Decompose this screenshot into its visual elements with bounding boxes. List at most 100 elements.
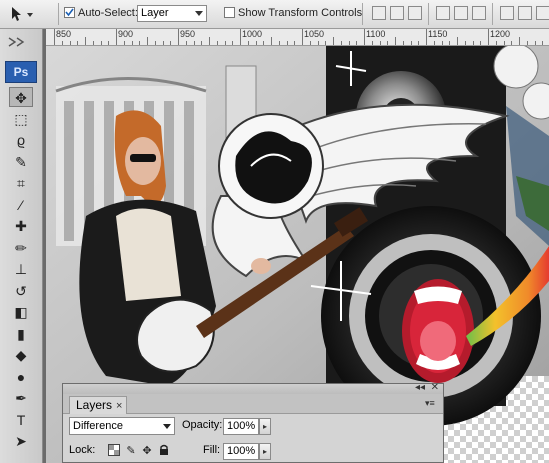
marquee-tool-icon: ⬚: [14, 110, 28, 127]
tab-close-icon[interactable]: ×: [116, 400, 122, 412]
ruler-major-tick: [178, 29, 179, 45]
move-tool-icon: ✥: [9, 87, 33, 107]
move-tool-button[interactable]: ✥: [9, 87, 33, 107]
opacity-field[interactable]: 100%: [223, 418, 259, 435]
dodge-tool-button[interactable]: ●: [9, 367, 33, 387]
opacity-label: Opacity:: [182, 419, 223, 431]
crop-tool-icon: ⌗: [17, 175, 25, 191]
ruler-major-tick: [364, 29, 365, 45]
ruler-minor-tick: [333, 37, 334, 45]
align-bottom-icon[interactable]: [408, 6, 422, 20]
ruler-minor-tick: [348, 41, 350, 45]
collapse-icon[interactable]: ◂◂: [415, 382, 425, 393]
ruler-label: 1150: [428, 29, 448, 39]
eraser-tool-button[interactable]: ◧: [9, 302, 33, 322]
auto-select-dropdown[interactable]: Layer: [137, 5, 207, 22]
lasso-tool-button[interactable]: ϱ: [9, 130, 33, 150]
opacity-slider-button[interactable]: ▸: [259, 418, 271, 435]
pen-tool-button[interactable]: ✒: [9, 388, 33, 408]
gradient-tool-button[interactable]: ▮: [9, 324, 33, 344]
panel-titlebar[interactable]: ◂◂ ✕: [63, 382, 443, 394]
quick-select-tool-button[interactable]: ✎: [9, 152, 33, 172]
align-vcenter-icon[interactable]: [390, 6, 404, 20]
distribute-top-icon[interactable]: [500, 6, 514, 20]
path-select-tool-button[interactable]: ➤: [9, 431, 33, 451]
tab-layers[interactable]: Layers ×: [69, 396, 128, 414]
align-left-icon[interactable]: [436, 6, 450, 20]
app-badge[interactable]: Ps: [5, 61, 37, 83]
ruler-minor-tick: [100, 41, 102, 45]
ruler-minor-tick: [77, 41, 79, 45]
fill-slider-button[interactable]: ▸: [259, 443, 271, 460]
show-transform-checkbox[interactable]: [224, 7, 235, 18]
ruler-minor-tick: [519, 37, 520, 45]
ruler-minor-tick: [263, 41, 265, 45]
close-icon[interactable]: ✕: [431, 382, 439, 393]
ruler-minor-tick: [387, 41, 389, 45]
ruler-minor-tick: [457, 37, 458, 45]
healing-brush-tool-button[interactable]: ✚: [9, 216, 33, 236]
ruler-minor-tick: [224, 41, 226, 45]
ruler-label: 850: [56, 29, 72, 39]
ruler-minor-tick: [170, 41, 172, 45]
lock-pixels-icon[interactable]: ✎: [124, 444, 138, 458]
blur-tool-icon: ◆: [15, 347, 27, 363]
ruler-minor-tick: [418, 41, 420, 45]
healing-brush-tool-icon: ✚: [15, 218, 27, 234]
ruler-minor-tick: [154, 41, 156, 45]
ruler-minor-tick: [395, 37, 396, 45]
ruler-label: 1050: [304, 29, 325, 39]
align-hcenter-icon[interactable]: [454, 6, 468, 20]
ruler-minor-tick: [542, 41, 544, 45]
align-right-icon[interactable]: [472, 6, 486, 20]
eyedropper-tool-button[interactable]: ⁄: [9, 195, 33, 215]
blend-mode-dropdown[interactable]: Difference: [69, 417, 175, 435]
ruler-minor-tick: [123, 41, 125, 45]
checkmark-icon: [65, 8, 74, 17]
ruler-minor-tick: [216, 41, 218, 45]
ruler-minor-tick: [209, 37, 210, 45]
blur-tool-button[interactable]: ◆: [9, 345, 33, 365]
show-transform-label: Show Transform Controls: [238, 7, 363, 19]
ruler-minor-tick: [286, 41, 288, 45]
type-tool-button[interactable]: T: [9, 410, 33, 430]
horizontal-ruler[interactable]: 850 900 950 1000 1050 1100 1150 1200: [46, 29, 549, 46]
lock-position-icon[interactable]: ✥: [140, 444, 154, 458]
ruler-minor-tick: [162, 41, 164, 45]
ruler-minor-tick: [340, 41, 342, 45]
ruler-label: 1000: [242, 29, 263, 39]
path-select-tool-icon: ➤: [15, 433, 27, 449]
auto-select-checkbox[interactable]: [64, 7, 75, 18]
distribute-bottom-icon[interactable]: [536, 6, 549, 20]
panel-grip-icon[interactable]: [3, 32, 39, 52]
ruler-label: 1100: [366, 29, 386, 39]
marquee-tool-button[interactable]: ⬚: [9, 109, 33, 129]
ruler-major-tick: [426, 29, 427, 45]
ruler-minor-tick: [495, 41, 497, 45]
brush-tool-icon: ✏: [15, 239, 27, 256]
layers-panel: ◂◂ ✕ Layers × ▾≡ Difference Opacity: 100%…: [62, 382, 444, 463]
brush-tool-button[interactable]: ✏: [9, 238, 33, 258]
auto-select-value: Layer: [141, 7, 169, 19]
lock-all-icon[interactable]: [157, 444, 171, 458]
fill-field[interactable]: 100%: [223, 443, 259, 460]
chevron-down-icon: [163, 424, 171, 429]
mouth-graphic: [402, 279, 474, 383]
gradient-tool-icon: ▮: [17, 325, 25, 342]
ruler-minor-tick: [92, 41, 94, 45]
ruler-minor-tick: [85, 37, 86, 45]
panel-menu-icon[interactable]: ▾≡: [425, 398, 439, 408]
align-top-icon[interactable]: [372, 6, 386, 20]
clone-stamp-tool-button[interactable]: ⊥: [9, 259, 33, 279]
ruler-minor-tick: [232, 41, 234, 45]
move-tool-icon[interactable]: [8, 5, 38, 23]
history-brush-tool-button[interactable]: ↺: [9, 281, 33, 301]
crop-tool-button[interactable]: ⌗: [9, 173, 33, 193]
ruler-minor-tick: [255, 41, 257, 45]
ruler-minor-tick: [472, 41, 474, 45]
lock-transparent-icon[interactable]: [107, 444, 121, 458]
ruler-minor-tick: [325, 41, 327, 45]
ruler-minor-tick: [131, 41, 133, 45]
distribute-vcenter-icon[interactable]: [518, 6, 532, 20]
ruler-minor-tick: [193, 41, 195, 45]
